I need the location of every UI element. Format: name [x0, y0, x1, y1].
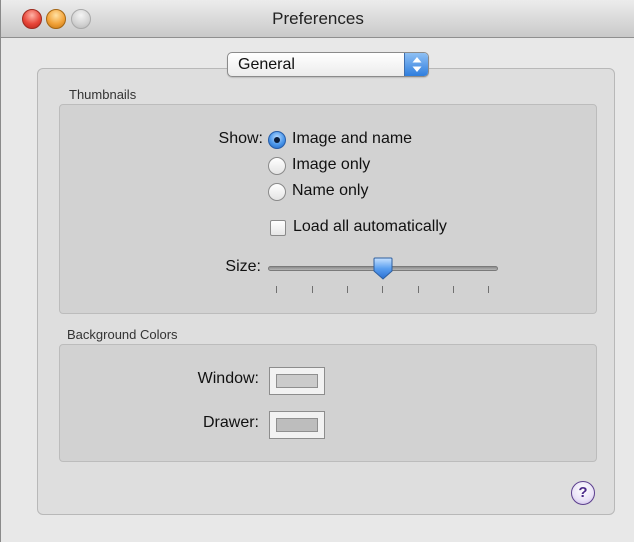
radio-name-only[interactable] [268, 183, 286, 201]
size-tick [382, 286, 383, 293]
size-tick [453, 286, 454, 293]
window-color-swatch [276, 374, 318, 388]
size-label: Size: [225, 258, 261, 275]
background-colors-section-label: Background Colors [67, 327, 178, 342]
help-button[interactable]: ? [571, 481, 595, 505]
size-tick [347, 286, 348, 293]
drawer-color-well[interactable] [269, 411, 325, 439]
radio-label-name-only: Name only [292, 182, 369, 199]
title-bar[interactable]: Preferences [1, 0, 634, 38]
thumbnails-section-label: Thumbnails [69, 87, 137, 102]
preferences-window: Preferences General Thumbnails Show: Ima… [0, 0, 634, 542]
window-title: Preferences [272, 9, 364, 28]
show-label: Show: [218, 130, 263, 147]
drawer-color-swatch [276, 418, 318, 432]
background-colors-group-box [59, 344, 597, 462]
radio-label-image-only: Image only [292, 156, 371, 173]
popup-selected-label: General [238, 56, 295, 73]
load-all-checkbox[interactable] [270, 220, 286, 236]
size-tick [418, 286, 419, 293]
load-all-label: Load all automatically [293, 218, 447, 235]
window-color-well[interactable] [269, 367, 325, 395]
radio-label-image-and-name: Image and name [292, 130, 413, 147]
radio-image-and-name[interactable] [268, 131, 286, 149]
preference-pane-popup[interactable]: General [227, 52, 429, 77]
drawer-color-label: Drawer: [202, 414, 259, 431]
radio-image-only[interactable] [268, 157, 286, 175]
size-slider-knob[interactable] [371, 257, 395, 281]
size-tick [488, 286, 489, 293]
popup-arrows-icon [404, 53, 428, 76]
size-tick [312, 286, 313, 293]
window-color-label: Window: [197, 370, 259, 387]
size-tick [276, 286, 277, 293]
